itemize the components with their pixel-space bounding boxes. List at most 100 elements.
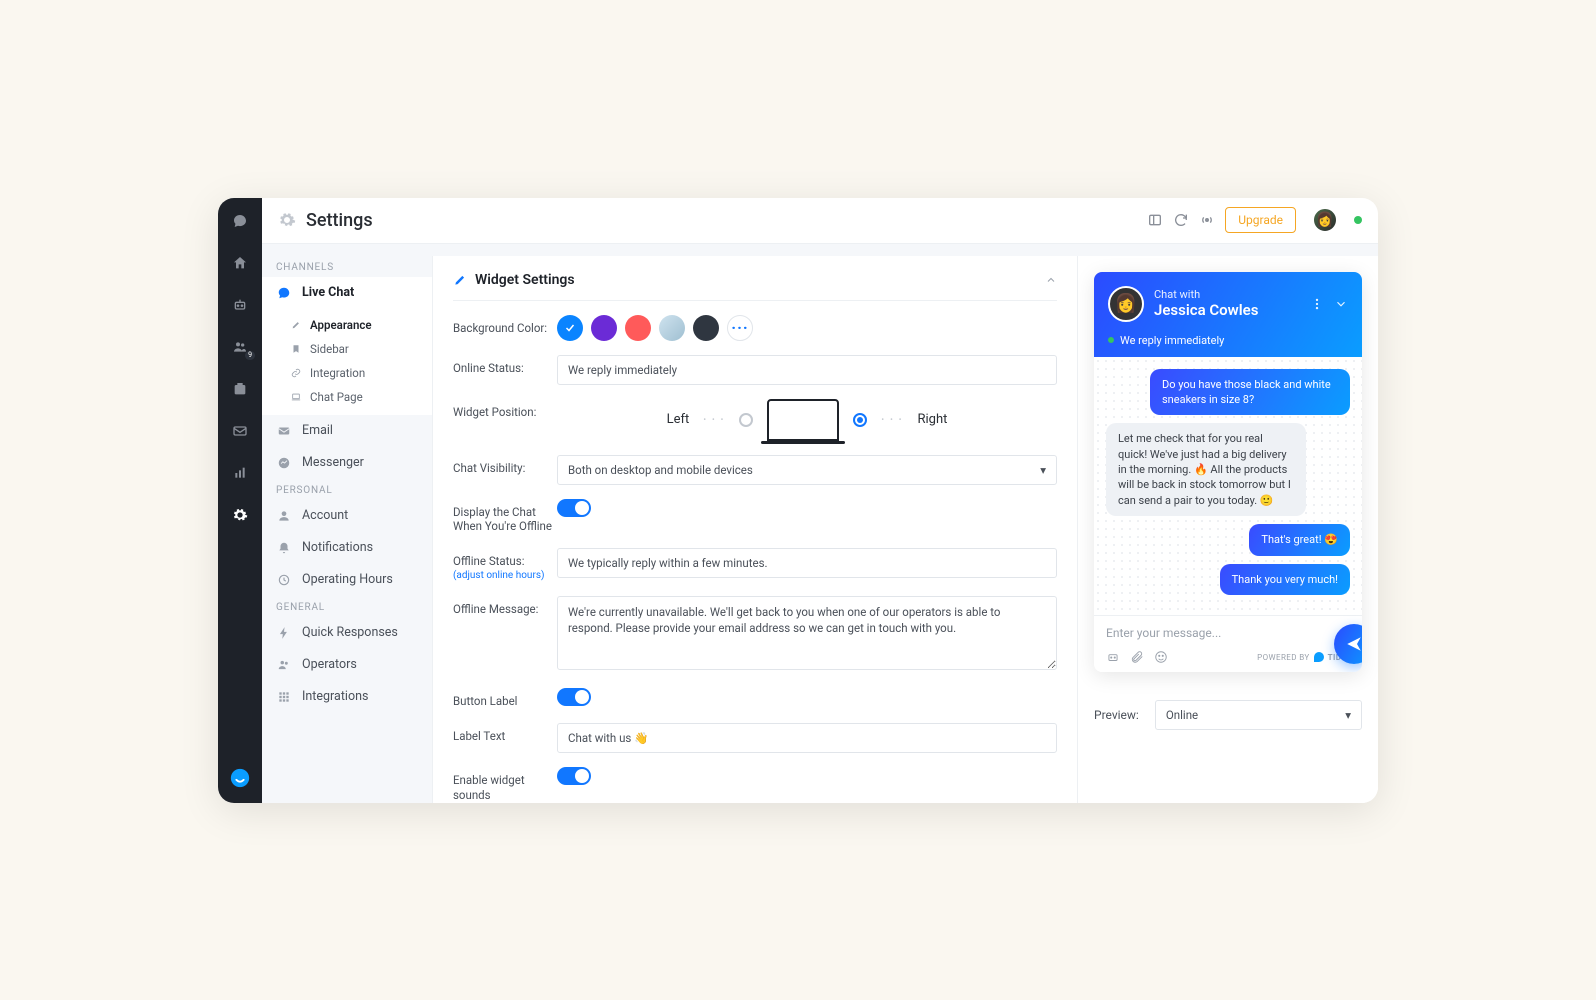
broadcast-icon[interactable] [1199,212,1215,228]
bell-icon [276,540,292,556]
collapse-icon[interactable] [1045,274,1057,286]
toggle-buttonlabel[interactable] [557,688,591,706]
pos-left-radio[interactable] [739,413,753,427]
toggle-sounds[interactable] [557,767,591,785]
toggle-display-offline[interactable] [557,499,591,517]
preview-select[interactable]: Online▾ [1155,700,1362,730]
grid-icon [276,689,292,705]
online-status-dot [1354,216,1362,224]
bolt-icon [276,625,292,641]
sidebar-item-quick[interactable]: Quick Responses [262,617,432,649]
row-sounds: Enable widget sounds [453,767,1057,802]
content: CHANNELS Live Chat Appearance Sidebar In… [262,244,1378,803]
pos-right-radio[interactable] [853,413,867,427]
emoji-icon[interactable] [1154,650,1168,664]
row-visibility: Chat Visibility: Both on desktop and mob… [453,455,1057,485]
mail-icon[interactable] [231,422,249,440]
brand-logo-icon [229,767,251,789]
sidebar-item-operators[interactable]: Operators [262,649,432,681]
select-visibility[interactable]: Both on desktop and mobile devices▾ [557,455,1057,485]
chevron-down-icon: ▾ [1040,463,1046,477]
agent-name: Jessica Cowles [1154,301,1258,319]
chat-icon[interactable] [231,212,249,230]
settings-sidebar: CHANNELS Live Chat Appearance Sidebar In… [262,244,432,803]
adjust-hours-link[interactable]: (adjust online hours) [453,569,557,582]
swatch-red[interactable] [625,315,651,341]
preview-label: Preview: [1094,708,1139,722]
swatch-purple[interactable] [591,315,617,341]
sidebar-item-integrations[interactable]: Integrations [262,681,432,713]
chat-input-placeholder[interactable]: Enter your message... [1106,626,1350,640]
row-position: Widget Position: Left • • • • • • Right [453,399,1057,441]
refresh-icon[interactable] [1173,212,1189,228]
sidebar-group-general: GENERAL [262,596,432,617]
label-sounds: Enable widget sounds [453,767,557,802]
swatch-dark[interactable] [693,315,719,341]
users-badge: 9 [245,351,255,360]
bot-icon[interactable] [1106,650,1120,664]
row-buttonlabel: Button Label [453,688,1057,709]
settings-icon[interactable] [231,506,249,524]
swatch-more[interactable]: ··· [727,315,753,341]
swatch-grey[interactable] [659,315,685,341]
topbar: Settings Upgrade 👩 [262,198,1378,244]
label-onlinestatus: Online Status: [453,355,557,376]
row-onlinestatus: Online Status: [453,355,1057,385]
operators-icon [276,657,292,673]
input-offline-status[interactable] [557,548,1057,578]
bookmark-icon [290,343,302,355]
textarea-offline-msg[interactable]: We're currently unavailable. We'll get b… [557,596,1057,670]
sub-appearance[interactable]: Appearance [262,313,432,337]
app-window: 9 Settings Upgrade 👩 CHANNELS [218,198,1378,803]
swatch-blue[interactable] [557,315,583,341]
livechat-sublist: Appearance Sidebar Integration Chat Page [262,309,432,415]
gear-icon [278,211,296,229]
laptop-icon [290,391,302,403]
bot-icon[interactable] [231,296,249,314]
sidebar-item-messenger[interactable]: Messenger [262,447,432,479]
sidebar-group-personal: PERSONAL [262,479,432,500]
users-icon[interactable]: 9 [231,338,249,356]
messenger-icon [276,455,292,471]
msg-user: Thank you very much! [1220,564,1350,595]
brand-icon [1314,652,1324,662]
panel-layout-icon[interactable] [1147,212,1163,228]
pos-right-label: Right [917,412,947,427]
label-position: Widget Position: [453,399,557,420]
sub-sidebar[interactable]: Sidebar [262,337,432,361]
input-labeltext[interactable] [557,723,1057,753]
row-bgcolor: Background Color: ··· [453,315,1057,341]
msg-user: Do you have those black and white sneake… [1150,369,1350,416]
clock-icon [276,572,292,588]
sidebar-item-email[interactable]: Email [262,415,432,447]
home-icon[interactable] [231,254,249,272]
minimize-icon[interactable] [1334,297,1348,311]
label-offline-msg: Offline Message: [453,596,557,617]
account-icon [276,508,292,524]
user-avatar[interactable]: 👩 [1312,207,1338,233]
label-offline-status: Offline Status:(adjust online hours) [453,548,557,582]
sidebar-group-channels: CHANNELS [262,256,432,277]
device-icon [767,399,839,441]
preview-column: 👩 Chat with Jessica Cowles W [1078,256,1378,803]
attach-icon[interactable] [1130,650,1144,664]
agent-avatar: 👩 [1108,286,1144,322]
upgrade-button[interactable]: Upgrade [1225,207,1296,233]
input-onlinestatus[interactable] [557,355,1057,385]
row-display-offline: Display the Chat When You're Offline [453,499,1057,535]
sub-integration[interactable]: Integration [262,361,432,385]
sidebar-item-livechat[interactable]: Live Chat [262,277,432,309]
chat-status: We reply immediately [1108,334,1348,347]
link-icon [290,367,302,379]
stats-icon[interactable] [231,464,249,482]
label-visibility: Chat Visibility: [453,455,557,476]
label-display-offline: Display the Chat When You're Offline [453,499,557,535]
chat-body: Do you have those black and white sneake… [1094,357,1362,616]
more-icon[interactable] [1310,297,1324,311]
sidebar-item-account[interactable]: Account [262,500,432,532]
inbox-icon[interactable] [231,380,249,398]
row-offline-msg: Offline Message: We're currently unavail… [453,596,1057,674]
sidebar-item-hours[interactable]: Operating Hours [262,564,432,596]
sub-chatpage[interactable]: Chat Page [262,385,432,409]
sidebar-item-notifications[interactable]: Notifications [262,532,432,564]
